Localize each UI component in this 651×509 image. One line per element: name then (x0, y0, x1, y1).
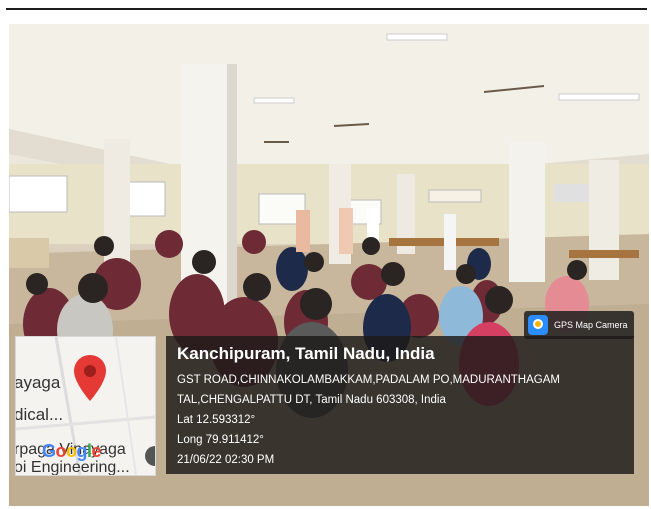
gps-camera-icon (528, 315, 548, 335)
latitude-text: Lat 12.593312° (177, 414, 256, 426)
location-title: Kanchipuram, Tamil Nadu, India (177, 344, 435, 363)
top-divider (6, 8, 647, 10)
map-corner-icon (145, 446, 155, 466)
map-pin-icon (74, 355, 106, 401)
gps-map-camera-badge: GPS Map Camera (524, 311, 634, 339)
gps-map-camera-label: GPS Map Camera (554, 320, 628, 330)
map-place-text: dical... (15, 405, 64, 424)
datetime-text: 21/06/22 02:30 PM (177, 454, 275, 466)
address-line-1: GST ROAD,CHINNAKOLAMBAKKAM,PADALAM PO,MA… (177, 374, 560, 386)
longitude-text: Long 79.911412° (177, 434, 264, 446)
google-logo: Google (42, 441, 102, 461)
address-line-2: TAL,CHENGALPATTU DT, Tamil Nadu 603308, … (177, 394, 446, 406)
map-place-text: ayaga (15, 373, 61, 392)
map-thumbnail[interactable]: ayaga dical... rpaga Vinayaga oi Enginee… (15, 336, 156, 476)
location-info-panel: Kanchipuram, Tamil Nadu, India GST ROAD,… (166, 336, 634, 474)
